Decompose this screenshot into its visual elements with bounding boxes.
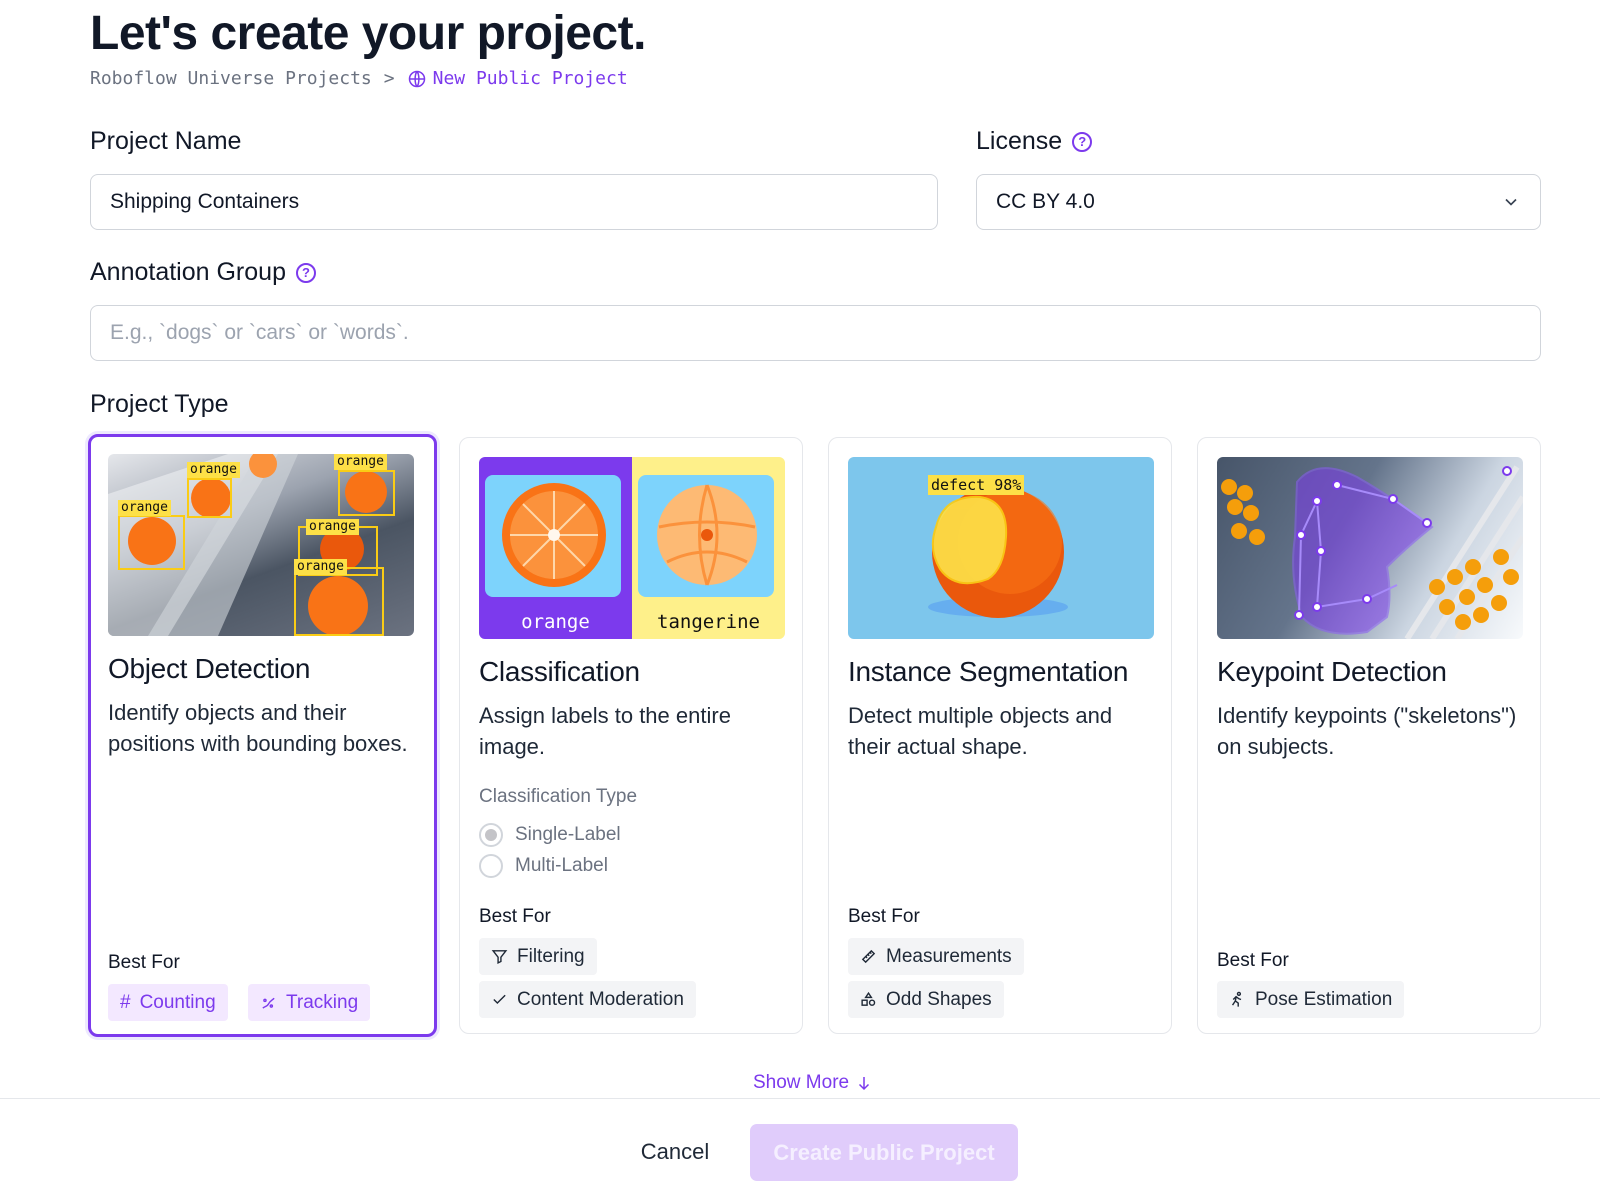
breadcrumb-parent-link[interactable]: Roboflow Universe Projects: [90, 68, 372, 89]
detection-label: orange: [118, 500, 171, 516]
radio-label: Multi-Label: [515, 855, 608, 876]
best-for-label: Best For: [1217, 950, 1289, 971]
radio-single-label[interactable]: Single-Label: [479, 823, 621, 847]
check-icon: [493, 994, 506, 1005]
annotation-group-label-text: Annotation Group: [90, 258, 286, 286]
license-select-value: CC BY 4.0: [996, 190, 1095, 213]
chip-pose-estimation: Pose Estimation: [1217, 981, 1405, 1018]
breadcrumb-current-label: New Public Project: [432, 68, 628, 89]
hash-icon: #: [120, 991, 131, 1013]
chip-label: Filtering: [517, 945, 585, 967]
classification-type-label: Classification Type: [479, 786, 638, 807]
annotation-group-input[interactable]: [90, 305, 1541, 361]
show-more-label: Show More: [753, 1072, 850, 1093]
project-type-label: Project Type: [90, 390, 229, 418]
license-label: License ?: [976, 127, 1093, 156]
breadcrumb: Roboflow Universe Projects > New Public …: [90, 68, 628, 89]
chip-label: Content Moderation: [517, 988, 684, 1010]
license-label-text: License: [976, 127, 1063, 155]
best-for-label: Best For: [108, 952, 180, 973]
license-select[interactable]: CC BY 4.0: [976, 174, 1541, 230]
card-keypoint-detection[interactable]: Keypoint Detection Identify keypoints ("…: [1197, 437, 1541, 1034]
worker-illustration: [1221, 465, 1523, 639]
orange-panel: orange: [479, 457, 632, 639]
radio-button[interactable]: [479, 854, 503, 878]
detection-label: orange: [306, 519, 359, 535]
page-title: Let's create your project.: [90, 7, 646, 60]
bounding-box: [118, 515, 185, 570]
card-description: Identify objects and their positions wit…: [108, 700, 408, 756]
tangerine-panel: tangerine: [632, 457, 785, 639]
radio-label: Single-Label: [515, 824, 621, 845]
chip-label: Odd Shapes: [886, 988, 992, 1010]
card-title: Keypoint Detection: [1217, 656, 1447, 687]
chip-odd-shapes: Odd Shapes: [848, 981, 1004, 1018]
card-title: Object Detection: [108, 653, 311, 684]
card-title: Classification: [479, 656, 640, 687]
chip-counting: # Counting: [108, 984, 228, 1021]
chip-label: Tracking: [286, 991, 359, 1013]
best-for-label: Best For: [848, 906, 920, 927]
project-name-label: Project Name: [90, 127, 241, 156]
help-icon[interactable]: ?: [1072, 131, 1093, 152]
tracking-icon: [262, 997, 275, 1009]
card-description: Identify keypoints ("skeletons") on subj…: [1217, 703, 1517, 759]
footer-divider: [0, 1098, 1600, 1099]
bounding-box: [338, 470, 395, 516]
breadcrumb-separator: >: [383, 68, 395, 89]
create-public-project-button[interactable]: Create Public Project: [750, 1124, 1018, 1181]
help-icon[interactable]: ?: [295, 262, 316, 283]
detection-label: orange: [294, 559, 347, 575]
globe-icon: [408, 70, 425, 87]
best-for-label: Best For: [479, 906, 551, 927]
bounding-box: [187, 478, 232, 518]
radio-button[interactable]: [479, 823, 503, 847]
card-description: Detect multiple objects and their actual…: [848, 703, 1113, 759]
bounding-box: [294, 567, 384, 636]
card-instance-segmentation[interactable]: defect 98% Instance Segmentation Detect …: [828, 437, 1172, 1034]
show-more-button[interactable]: Show More: [753, 1072, 873, 1094]
card-classification[interactable]: orange tangerine Classification Assign l…: [459, 437, 803, 1034]
class-label: orange: [521, 611, 590, 633]
card-object-detection[interactable]: orange orange orange orange orange Objec…: [88, 434, 437, 1037]
classification-thumbnail: orange tangerine: [479, 457, 785, 639]
breadcrumb-current: New Public Project: [407, 68, 628, 89]
detection-label: orange: [334, 454, 387, 470]
keypoint-detection-thumbnail: [1217, 457, 1523, 639]
chip-label: Measurements: [886, 945, 1012, 967]
project-name-input[interactable]: [90, 174, 938, 230]
arrow-down-icon: [859, 1077, 870, 1091]
segmentation-label: defect 98%: [928, 475, 1025, 495]
annotation-group-label: Annotation Group ?: [90, 258, 316, 287]
chip-label: Counting: [139, 991, 216, 1013]
card-description: Assign labels to the entire image.: [479, 703, 731, 759]
chevron-down-icon: [1505, 198, 1517, 206]
object-detection-thumbnail: orange orange orange orange orange: [108, 454, 414, 636]
detection-label: orange: [187, 462, 240, 478]
chip-measurements: Measurements: [848, 938, 1024, 975]
chip-tracking: Tracking: [248, 984, 371, 1021]
shapes-icon: [861, 991, 876, 1006]
project-name-label-text: Project Name: [90, 127, 242, 155]
chip-filtering: Filtering: [479, 938, 597, 975]
running-person-icon: [1231, 991, 1242, 1007]
radio-multi-label[interactable]: Multi-Label: [479, 854, 608, 878]
filter-icon: [491, 950, 508, 965]
cancel-button[interactable]: Cancel: [618, 1124, 732, 1180]
chip-content-moderation: Content Moderation: [479, 981, 696, 1018]
ruler-icon: [861, 949, 876, 964]
class-label: tangerine: [657, 611, 760, 633]
instance-segmentation-thumbnail: defect 98%: [848, 457, 1154, 639]
chip-label: Pose Estimation: [1255, 988, 1393, 1010]
card-title: Instance Segmentation: [848, 656, 1129, 687]
